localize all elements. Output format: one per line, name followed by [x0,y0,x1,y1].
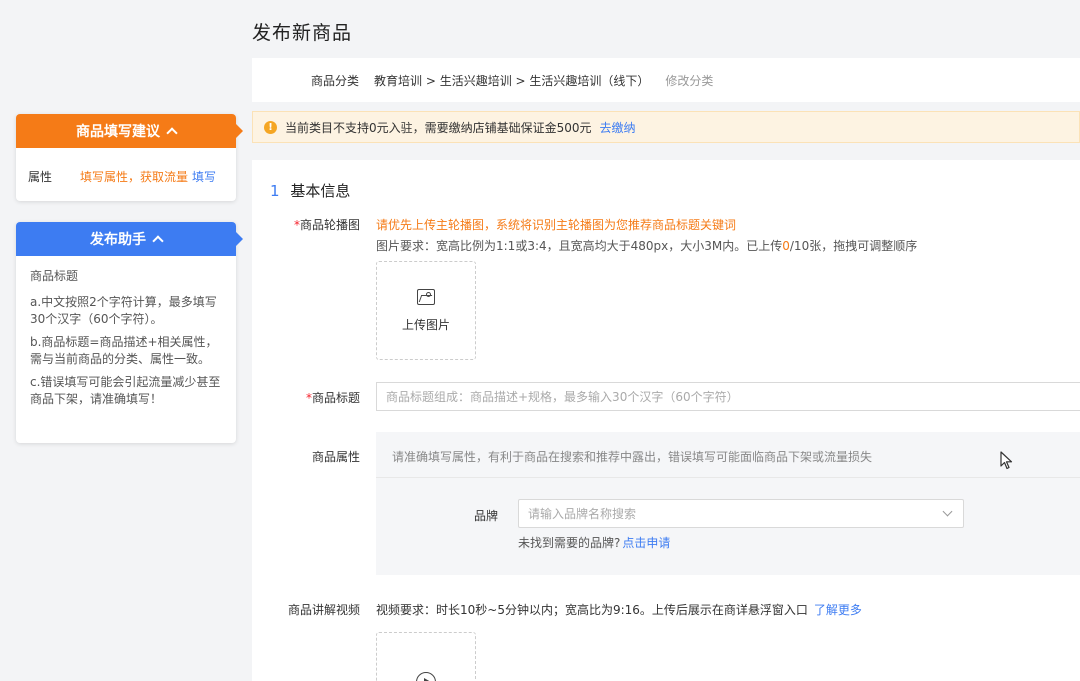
upload-video-button[interactable] [376,632,476,681]
carousel-hint: 请优先上传主轮播图，系统将识别主轮播图为您推荐商品标题关键词 [376,218,737,232]
divider [376,477,1080,478]
assistant-card-header[interactable]: 发布助手 [16,222,243,256]
assistant-tip: b.商品标题=商品描述+相关属性，需与当前商品的分类、属性一致。 [30,335,218,366]
carousel-label: *商品轮播图 [252,216,360,233]
upload-count: 0 [782,239,790,253]
brand-missing-text: 未找到需要的品牌? [518,536,621,550]
suggestion-row-tip: 填写属性，获取流量 [80,170,189,184]
brand-select[interactable]: 请输入品牌名称搜索 [518,499,964,528]
suggestion-card: 商品填写建议 属性 填写属性，获取流量 填写 [16,114,243,201]
warning-icon: ! [264,120,277,134]
product-title-input[interactable]: 商品标题组成：商品描述+规格，最多输入30个汉字（60个字符） [376,382,1080,411]
mouse-cursor-icon [1000,451,1013,470]
basic-info-panel: 1 基本信息 *商品轮播图 请优先上传主轮播图，系统将识别主轮播图为您推荐商品标… [252,160,1080,681]
attributes-hint: 请准确填写属性，有利于商品在搜索和推荐中露出，错误填写可能面临商品下架或流量损失 [392,450,873,464]
carousel-req-prefix: 图片要求：宽高比例为1:1或3:4，且宽高均大于480px，大小3M内。已上传 [376,239,783,253]
fill-attributes-link[interactable]: 填写 [192,168,216,185]
chevron-down-icon [942,506,953,517]
suggestion-card-title: 商品填写建议 [76,124,160,140]
assistant-tip: a.中文按照2个字符计算，最多填写30个汉字（60个字符）。 [30,295,217,326]
upload-image-label: 上传图片 [401,317,450,332]
attributes-box: 请准确填写属性，有利于商品在搜索和推荐中露出，错误填写可能面临商品下架或流量损失… [376,432,1080,575]
image-icon [417,288,435,305]
upload-image-button[interactable]: 上传图片 [376,261,476,360]
title-label: *商品标题 [252,389,360,406]
video-label: 商品讲解视频 [287,603,360,617]
section-number: 1 [270,182,280,200]
title-placeholder: 商品标题组成：商品描述+规格，最多输入30个汉字（60个字符） [386,390,739,404]
suggestion-card-header[interactable]: 商品填写建议 [16,114,243,148]
suggestion-row-label: 属性 [28,170,53,184]
section-title-text: 基本信息 [290,182,351,200]
carousel-req-suffix: /10张，拖拽可调整顺序 [789,239,918,253]
category-path: 教育培训 > 生活兴趣培训 > 生活兴趣培训（线下） [374,73,650,88]
carousel-label-text: 商品轮播图 [299,218,360,232]
title-label-text: 商品标题 [311,391,360,405]
assistant-card-title: 发布助手 [90,232,146,248]
page-title: 发布新商品 [252,22,353,44]
assistant-tip: c.错误填写可能会引起流量减少甚至商品下架，请准确填写！ [30,375,221,406]
category-label: 商品分类 [311,73,360,88]
attributes-label: 商品属性 [311,450,360,464]
chevron-up-icon [152,235,164,247]
edit-category-link[interactable]: 修改分类 [665,72,713,89]
video-requirement: 视频要求：时长10秒~5分钟以内；宽高比为9:16。上传后展示在商详悬浮窗入口了… [376,601,862,618]
assistant-heading: 商品标题 [30,269,79,283]
assistant-card: 发布助手 商品标题 a.中文按照2个字符计算，最多填写30个汉字（60个字符）。… [16,222,243,443]
apply-brand-link[interactable]: 点击申请 [622,536,670,550]
brand-label: 品牌 [474,509,499,523]
deposit-notice: ! 当前类目不支持0元入驻，需要缴纳店铺基础保证金500元 去缴纳 [252,111,1080,143]
notice-text: 当前类目不支持0元入驻，需要缴纳店铺基础保证金500元 [285,120,592,135]
category-bar: 商品分类 教育培训 > 生活兴趣培训 > 生活兴趣培训（线下） 修改分类 [252,58,1080,102]
carousel-requirement: 图片要求：宽高比例为1:1或3:4，且宽高均大于480px，大小3M内。已上传0… [376,237,917,254]
play-icon [416,672,436,681]
chevron-up-icon [166,127,178,139]
learn-more-link[interactable]: 了解更多 [814,603,862,617]
video-req-text: 视频要求：时长10秒~5分钟以内；宽高比为9:16。上传后展示在商详悬浮窗入口 [376,603,808,617]
pay-deposit-link[interactable]: 去缴纳 [600,119,636,136]
suggestion-row: 属性 填写属性，获取流量 填写 [16,148,236,185]
brand-missing-row: 未找到需要的品牌? 点击申请 [518,534,670,551]
section-title: 1 基本信息 [270,180,350,201]
brand-placeholder: 请输入品牌名称搜索 [528,507,637,521]
assistant-card-body: 商品标题 a.中文按照2个字符计算，最多填写30个汉字（60个字符）。 b.商品… [16,256,236,426]
